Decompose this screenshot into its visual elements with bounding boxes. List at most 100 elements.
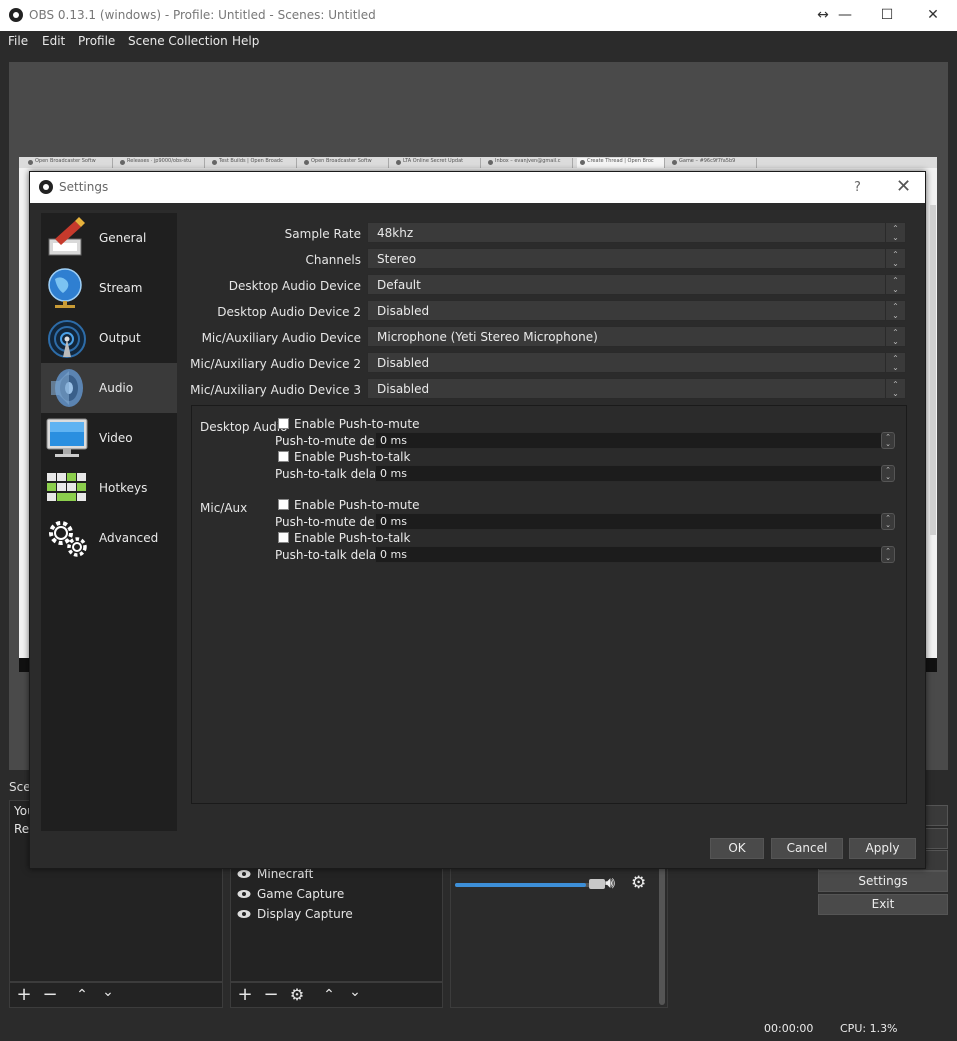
visibility-eye-icon[interactable] xyxy=(237,869,251,879)
minimize-button[interactable]: — xyxy=(830,4,860,26)
maximize-button[interactable]: ☐ xyxy=(872,4,902,26)
desktop-push-to-mute-checkbox[interactable] xyxy=(278,418,289,429)
source-properties-gear-icon[interactable]: ⚙ xyxy=(287,986,307,1004)
hotkeys-keyboard-icon xyxy=(47,473,86,501)
select-value: Microphone (Yeti Stereo Microphone) xyxy=(377,330,598,344)
browser-tab: LTA Online Secret Updat xyxy=(393,158,481,168)
visibility-eye-icon[interactable] xyxy=(237,909,251,919)
menu-edit[interactable]: Edit xyxy=(42,34,65,48)
mic-aux-device-2-select[interactable]: Disabled ⌃ ⌄ xyxy=(367,352,906,373)
mic-aux-device-label: Mic/Auxiliary Audio Device xyxy=(201,331,361,345)
source-label: Minecraft xyxy=(257,867,314,881)
updown-chevron-icon: ⌃ ⌄ xyxy=(885,379,905,398)
nav-item-output[interactable]: Output xyxy=(41,313,177,363)
mic-push-to-mute-checkbox[interactable] xyxy=(278,499,289,510)
updown-chevron-icon[interactable]: ⌃ ⌄ xyxy=(881,432,895,449)
output-antenna-icon xyxy=(48,320,86,358)
settings-nav-list: General Stream Output Audio Video Hotkey… xyxy=(41,213,177,831)
nav-label: Hotkeys xyxy=(99,481,148,495)
dialog-close-button[interactable]: ✕ xyxy=(896,176,911,197)
nav-item-hotkeys[interactable]: Hotkeys xyxy=(41,463,177,513)
desktop-push-to-talk-checkbox[interactable] xyxy=(278,451,289,462)
mixer-scrollbar[interactable] xyxy=(659,865,665,1005)
help-button[interactable]: ? xyxy=(854,180,861,195)
nav-label: Advanced xyxy=(99,531,159,545)
menu-help[interactable]: Help xyxy=(232,34,259,48)
move-up-icon[interactable]: ⌃ xyxy=(319,986,339,1004)
visibility-eye-icon[interactable] xyxy=(237,889,251,899)
mixer-gear-icon[interactable]: ⚙ xyxy=(631,873,646,893)
add-source-button[interactable]: + xyxy=(235,986,255,1004)
updown-chevron-icon[interactable]: ⌃ ⌄ xyxy=(881,513,895,530)
mic-push-to-talk-checkbox[interactable] xyxy=(278,532,289,543)
channels-select[interactable]: Stereo ⌃ ⌄ xyxy=(367,248,906,269)
nav-item-stream[interactable]: Stream xyxy=(41,263,177,313)
browser-tab-strip: Open Broadcaster Softw Releases · jp9000… xyxy=(19,157,937,168)
exit-button[interactable]: Exit xyxy=(818,894,948,915)
spin-value: 0 ms xyxy=(380,467,407,480)
sample-rate-select[interactable]: 48khz ⌃ ⌄ xyxy=(367,222,906,243)
sources-list[interactable]: Minecraft Game Capture Display Capture xyxy=(230,860,443,982)
mic-push-to-talk-delay[interactable]: 0 ms ⌃ ⌄ xyxy=(375,546,896,563)
menu-profile[interactable]: Profile xyxy=(78,34,115,48)
nav-item-video[interactable]: Video xyxy=(41,413,177,463)
select-value: 48khz xyxy=(377,226,414,240)
close-button[interactable]: ✕ xyxy=(918,4,948,26)
checkbox-label: Enable Push-to-mute xyxy=(294,498,420,512)
mic-aux-device-2-label: Mic/Auxiliary Audio Device 2 xyxy=(190,357,361,371)
mic-aux-device-select[interactable]: Microphone (Yeti Stereo Microphone) ⌃ ⌄ xyxy=(367,326,906,347)
select-value: Disabled xyxy=(377,356,430,370)
cancel-button[interactable]: Cancel xyxy=(771,838,843,859)
move-down-icon[interactable]: ⌄ xyxy=(345,983,365,1001)
updown-chevron-icon: ⌃ ⌄ xyxy=(885,249,905,268)
updown-chevron-icon: ⌃ ⌄ xyxy=(885,353,905,372)
menu-scene-collection[interactable]: Scene Collection xyxy=(128,34,228,48)
stream-globe-icon xyxy=(48,268,82,308)
sources-toolbar: + − ⚙ ⌃ ⌄ xyxy=(230,982,443,1008)
mic-aux-device-3-select[interactable]: Disabled ⌃ ⌄ xyxy=(367,378,906,399)
browser-tab: Test Builds | Open Broadc xyxy=(209,158,297,168)
settings-button[interactable]: Settings xyxy=(818,871,948,892)
ok-button[interactable]: OK xyxy=(710,838,764,859)
updown-chevron-icon[interactable]: ⌃ ⌄ xyxy=(881,465,895,482)
sample-rate-label: Sample Rate xyxy=(284,227,361,241)
remove-source-button[interactable]: − xyxy=(261,986,281,1004)
desktop-audio-device-2-select[interactable]: Disabled ⌃ ⌄ xyxy=(367,300,906,321)
nav-item-audio[interactable]: Audio xyxy=(41,363,177,413)
select-value: Disabled xyxy=(377,382,430,396)
spin-value: 0 ms xyxy=(380,548,407,561)
speaker-mute-icon[interactable]: 🔊︎ xyxy=(605,873,615,893)
add-scene-button[interactable]: + xyxy=(14,986,34,1004)
nav-label: Video xyxy=(99,431,133,445)
select-value: Stereo xyxy=(377,252,417,266)
desktop-push-to-mute-delay[interactable]: 0 ms ⌃ ⌄ xyxy=(375,432,896,449)
move-down-icon[interactable]: ⌄ xyxy=(98,983,118,1001)
remove-scene-button[interactable]: − xyxy=(40,986,60,1004)
scenes-toolbar: + − ⌃ ⌄ xyxy=(9,982,223,1008)
move-up-icon[interactable]: ⌃ xyxy=(72,986,92,1004)
browser-tab: Open Broadcaster Softw xyxy=(301,158,389,168)
apply-button[interactable]: Apply xyxy=(849,838,916,859)
window-titlebar: OBS 0.13.1 (windows) - Profile: Untitled… xyxy=(0,0,957,31)
nav-item-advanced[interactable]: Advanced xyxy=(41,513,177,563)
updown-chevron-icon[interactable]: ⌃ ⌄ xyxy=(881,546,895,563)
mic-push-to-mute-delay[interactable]: 0 ms ⌃ ⌄ xyxy=(375,513,896,530)
browser-tab: Open Broadcaster Softw xyxy=(25,158,113,168)
volume-slider[interactable] xyxy=(455,879,605,889)
menu-file[interactable]: File xyxy=(8,34,28,48)
dialog-title: Settings xyxy=(59,180,109,194)
desktop-push-to-talk-delay[interactable]: 0 ms ⌃ ⌄ xyxy=(375,465,896,482)
desktop-audio-device-select[interactable]: Default ⌃ ⌄ xyxy=(367,274,906,295)
video-monitor-icon xyxy=(46,418,88,457)
nav-item-general[interactable]: General xyxy=(41,213,177,263)
nav-label: General xyxy=(99,231,147,245)
stream-time: 00:00:00 xyxy=(764,1022,814,1035)
volume-slider-handle[interactable] xyxy=(589,879,605,889)
browser-tab: Game – #96c9f7fa5b9 xyxy=(669,158,757,168)
select-value: Default xyxy=(377,278,421,292)
nav-label: Stream xyxy=(99,281,143,295)
obs-logo-icon xyxy=(9,8,23,22)
browser-tab: Inbox – evanjven@gmail.c xyxy=(485,158,573,168)
checkbox-label: Enable Push-to-talk xyxy=(294,450,411,464)
mic-aux-section-label: Mic/Aux xyxy=(200,501,248,515)
